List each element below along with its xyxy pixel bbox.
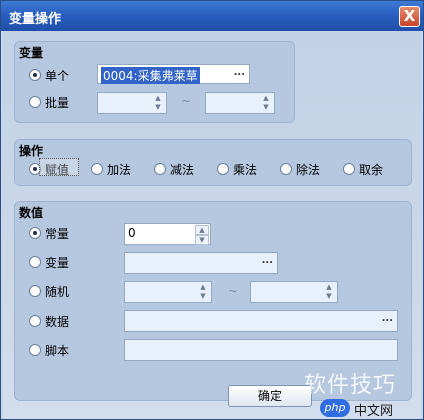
single-radio-label: 单个: [45, 68, 70, 83]
op-modulo-radio[interactable]: 取余: [343, 160, 383, 178]
watermark-site: 中文网: [354, 404, 394, 419]
spin-up-arrow-icon[interactable]: ▲: [151, 94, 165, 103]
batch-to-field[interactable]: ▲ ▼: [205, 92, 275, 114]
op-subtract-radio[interactable]: 减法: [154, 160, 194, 178]
spin-down-arrow-icon[interactable]: ▼: [195, 235, 209, 245]
spin-up-arrow-icon[interactable]: ▲: [322, 283, 336, 292]
value-group-title: 数值: [19, 206, 44, 220]
close-icon: X: [403, 7, 416, 25]
title-bar: 变量操作 X: [1, 1, 423, 31]
single-radio[interactable]: 单个: [29, 66, 69, 84]
constant-field[interactable]: 0 ▲ ▼: [124, 223, 211, 245]
variable-operation-dialog: 变量操作 X 变量 单个 0004:采集弗莱草 ... 批量 ▲ ▼ ~ ▲ ▼…: [0, 0, 424, 420]
spin-down-arrow-icon[interactable]: ▼: [259, 103, 273, 112]
variable-browse-button[interactable]: ...: [262, 255, 273, 266]
single-variable-browse-button[interactable]: ...: [234, 67, 245, 78]
single-radio-indicator[interactable]: [29, 69, 41, 81]
batch-from-field[interactable]: ▲ ▼: [97, 92, 167, 114]
dialog-body: 变量 单个 0004:采集弗莱草 ... 批量 ▲ ▼ ~ ▲ ▼ 操作 赋值 …: [3, 31, 421, 419]
random-radio-label: 随机: [45, 284, 70, 299]
spin-up-arrow-icon[interactable]: ▲: [195, 225, 209, 235]
constant-value: 0: [128, 226, 136, 240]
data-browse-button[interactable]: ...: [382, 313, 393, 324]
focus-rectangle: [39, 158, 79, 176]
op-multiply-radio[interactable]: 乘法: [217, 160, 257, 178]
random-radio[interactable]: 随机: [29, 282, 69, 300]
script-radio[interactable]: 脚本: [29, 341, 69, 359]
variable-radio[interactable]: 变量: [29, 253, 69, 271]
data-value-field[interactable]: ...: [124, 310, 398, 332]
constant-radio[interactable]: 常量: [29, 224, 69, 242]
random-to-field[interactable]: ▲ ▼: [250, 281, 338, 303]
random-from-field[interactable]: ▲ ▼: [124, 281, 212, 303]
op-add-indicator[interactable]: [91, 163, 103, 175]
spin-up-arrow-icon[interactable]: ▲: [259, 94, 273, 103]
batch-to-spinner[interactable]: ▲ ▼: [259, 94, 273, 112]
variable-radio-label: 变量: [45, 255, 70, 270]
random-to-spinner[interactable]: ▲ ▼: [322, 283, 336, 301]
constant-radio-label: 常量: [45, 226, 70, 241]
random-range-separator: ~: [228, 284, 239, 298]
single-variable-field[interactable]: 0004:采集弗莱草 ...: [97, 64, 250, 84]
close-button[interactable]: X: [399, 6, 420, 27]
spin-down-arrow-icon[interactable]: ▼: [322, 292, 336, 301]
single-variable-value: 0004:采集弗莱草: [101, 67, 200, 84]
variable-group: 变量 单个 0004:采集弗莱草 ... 批量 ▲ ▼ ~ ▲ ▼: [14, 41, 295, 123]
script-field[interactable]: [124, 339, 398, 361]
variable-group-title: 变量: [19, 46, 44, 60]
batch-radio-indicator[interactable]: [29, 96, 41, 108]
op-divide-radio[interactable]: 除法: [280, 160, 320, 178]
operation-group-title: 操作: [19, 144, 44, 158]
random-from-spinner[interactable]: ▲ ▼: [196, 283, 210, 301]
data-radio-indicator[interactable]: [29, 315, 41, 327]
op-divide-indicator[interactable]: [280, 163, 292, 175]
watermark: 软件技巧 php 中文网: [298, 367, 422, 419]
variable-value-field[interactable]: ...: [124, 252, 278, 274]
op-multiply-indicator[interactable]: [217, 163, 229, 175]
script-radio-label: 脚本: [45, 343, 70, 358]
constant-spinner[interactable]: ▲ ▼: [195, 225, 209, 245]
batch-range-separator: ~: [181, 94, 192, 108]
spin-up-arrow-icon[interactable]: ▲: [196, 283, 210, 292]
spin-down-arrow-icon[interactable]: ▼: [151, 103, 165, 112]
batch-from-spinner[interactable]: ▲ ▼: [151, 94, 165, 112]
batch-radio-label: 批量: [45, 95, 70, 110]
batch-radio[interactable]: 批量: [29, 93, 69, 111]
script-radio-indicator[interactable]: [29, 344, 41, 356]
watermark-text: 软件技巧: [304, 373, 397, 398]
random-radio-indicator[interactable]: [29, 285, 41, 297]
op-add-radio[interactable]: 加法: [91, 160, 131, 178]
window-title: 变量操作: [9, 12, 62, 27]
constant-radio-indicator[interactable]: [29, 227, 41, 239]
data-radio-label: 数据: [45, 314, 70, 329]
op-subtract-indicator[interactable]: [154, 163, 166, 175]
op-multiply-label: 乘法: [233, 162, 258, 177]
ok-button-label: 确定: [257, 389, 282, 403]
data-radio[interactable]: 数据: [29, 312, 69, 330]
op-add-label: 加法: [107, 162, 132, 177]
op-modulo-label: 取余: [359, 162, 384, 177]
php-logo: php: [320, 399, 350, 417]
spin-down-arrow-icon[interactable]: ▼: [196, 292, 210, 301]
op-divide-label: 除法: [296, 162, 321, 177]
variable-radio-indicator[interactable]: [29, 256, 41, 268]
op-modulo-indicator[interactable]: [343, 163, 355, 175]
op-subtract-label: 减法: [170, 162, 195, 177]
